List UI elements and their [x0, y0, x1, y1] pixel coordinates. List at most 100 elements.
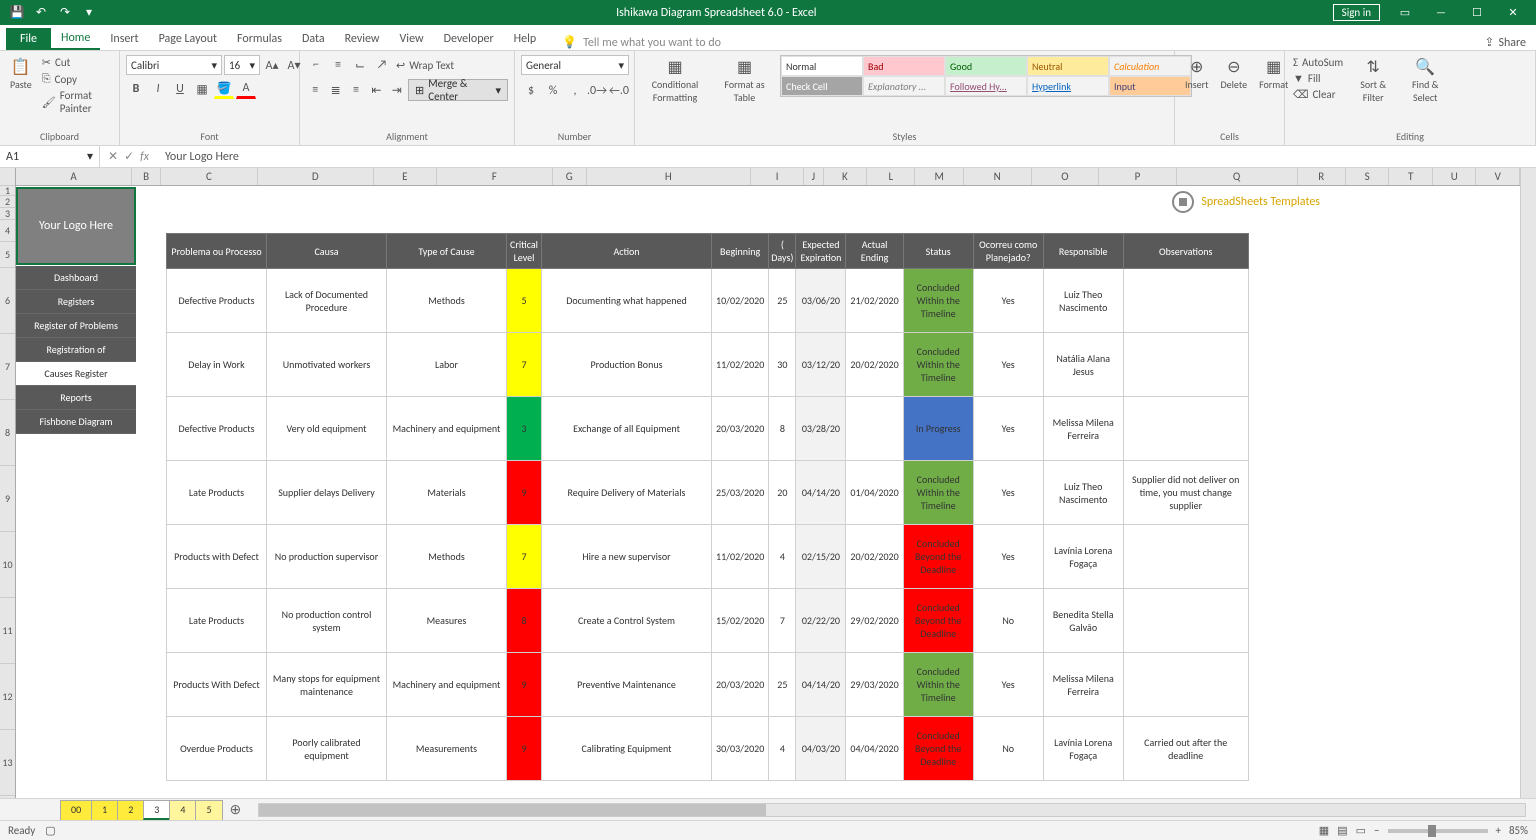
table-cell[interactable]: Lack of Documented Procedure: [267, 269, 387, 333]
wrap-text-button[interactable]: ↩Wrap Text: [394, 58, 456, 73]
table-cell[interactable]: Late Products: [167, 461, 267, 525]
table-cell[interactable]: Concluded Within the Timeline: [903, 653, 973, 717]
column-header[interactable]: J: [804, 168, 823, 185]
column-header[interactable]: R: [1298, 168, 1346, 185]
column-header[interactable]: B: [132, 168, 161, 185]
table-cell[interactable]: Overdue Products: [167, 717, 267, 781]
table-cell[interactable]: Hire a new supervisor: [542, 525, 712, 589]
table-cell[interactable]: Luiz Theo Nascimento: [1043, 269, 1123, 333]
table-cell[interactable]: 8: [769, 397, 796, 461]
zoom-slider[interactable]: [1388, 829, 1488, 833]
table-cell[interactable]: 25/03/2020: [712, 461, 769, 525]
name-box[interactable]: A1▾: [0, 146, 100, 167]
table-cell[interactable]: 04/14/20: [796, 461, 846, 525]
autosum-button[interactable]: ΣAutoSum: [1291, 55, 1345, 70]
table-cell[interactable]: Supplier delays Delivery: [267, 461, 387, 525]
table-cell[interactable]: 11/02/2020: [712, 333, 769, 397]
table-cell[interactable]: Yes: [973, 461, 1043, 525]
table-cell[interactable]: 10/02/2020: [712, 269, 769, 333]
table-cell[interactable]: Unmotivated workers: [267, 333, 387, 397]
sheet-tab[interactable]: 5: [195, 800, 222, 820]
clear-button[interactable]: ⌫Clear: [1291, 87, 1345, 102]
table-cell[interactable]: Measures: [387, 589, 507, 653]
column-header[interactable]: O: [1032, 168, 1100, 185]
zoom-out-icon[interactable]: −: [1374, 824, 1379, 837]
table-cell[interactable]: Melissa Milena Ferreira: [1043, 397, 1123, 461]
table-cell[interactable]: 7: [507, 333, 542, 397]
style-good[interactable]: Good: [945, 56, 1027, 76]
table-cell[interactable]: 04/04/2020: [846, 717, 903, 781]
table-cell[interactable]: 5: [507, 269, 542, 333]
table-cell[interactable]: Delay in Work: [167, 333, 267, 397]
row-header[interactable]: 12: [0, 664, 15, 730]
table-cell[interactable]: Measurements: [387, 717, 507, 781]
table-cell[interactable]: 04/03/20: [796, 717, 846, 781]
table-cell[interactable]: 4: [769, 525, 796, 589]
table-cell[interactable]: 03/12/20: [796, 333, 846, 397]
table-row[interactable]: Late ProductsNo production control syste…: [167, 589, 1249, 653]
delete-cells-button[interactable]: ⊖Delete: [1217, 55, 1252, 93]
table-cell[interactable]: 25: [769, 269, 796, 333]
comma-format-icon[interactable]: ,: [565, 81, 585, 101]
table-cell[interactable]: Concluded Beyond the Deadline: [903, 589, 973, 653]
row-header[interactable]: 7: [0, 334, 15, 400]
font-size-select[interactable]: 16▾: [224, 55, 260, 75]
align-center-icon[interactable]: ≣: [326, 80, 344, 100]
table-cell[interactable]: 9: [507, 653, 542, 717]
zoom-level[interactable]: 85%: [1509, 824, 1528, 837]
view-page-layout-icon[interactable]: ▤: [1337, 824, 1347, 837]
table-cell[interactable]: 29/02/2020: [846, 589, 903, 653]
share-button[interactable]: ⇪ Share: [1484, 35, 1526, 50]
table-cell[interactable]: [1123, 269, 1248, 333]
table-cell[interactable]: [1123, 589, 1248, 653]
table-cell[interactable]: Concluded Within the Timeline: [903, 269, 973, 333]
row-header[interactable]: 5: [0, 242, 15, 268]
table-cell[interactable]: 04/14/20: [796, 653, 846, 717]
style-neutral[interactable]: Neutral: [1027, 56, 1109, 76]
column-header[interactable]: I: [751, 168, 804, 185]
tab-developer[interactable]: Developer: [434, 28, 504, 50]
row-header[interactable]: 13: [0, 730, 15, 796]
fill-button[interactable]: ▼Fill: [1291, 71, 1345, 86]
sheet-tab[interactable]: 4: [169, 800, 196, 820]
copy-button[interactable]: ⎘Copy: [40, 71, 113, 87]
tab-insert[interactable]: Insert: [100, 28, 148, 50]
table-cell[interactable]: Yes: [973, 333, 1043, 397]
new-sheet-button[interactable]: ⊕: [222, 801, 250, 818]
logo-placeholder-cell[interactable]: Your Logo Here: [16, 187, 136, 265]
row-header[interactable]: 3: [0, 208, 15, 220]
table-cell[interactable]: Exchange of all Equipment: [542, 397, 712, 461]
table-cell[interactable]: Concluded Beyond the Deadline: [903, 717, 973, 781]
sheet-tab[interactable]: 3: [143, 800, 170, 820]
table-cell[interactable]: 7: [507, 525, 542, 589]
accounting-format-icon[interactable]: $: [521, 81, 541, 101]
table-cell[interactable]: Calibrating Equipment: [542, 717, 712, 781]
table-cell[interactable]: Production Bonus: [542, 333, 712, 397]
table-row[interactable]: Delay in WorkUnmotivated workersLabor7Pr…: [167, 333, 1249, 397]
cancel-formula-icon[interactable]: ✕: [108, 149, 118, 164]
table-cell[interactable]: [1123, 653, 1248, 717]
tab-help[interactable]: Help: [504, 28, 547, 50]
table-row[interactable]: Overdue ProductsPoorly calibrated equipm…: [167, 717, 1249, 781]
table-row[interactable]: Late ProductsSupplier delays DeliveryMat…: [167, 461, 1249, 525]
row-header[interactable]: 9: [0, 466, 15, 532]
sheet-tab[interactable]: 1: [91, 800, 118, 820]
column-header[interactable]: F: [437, 168, 553, 185]
table-cell[interactable]: 20/02/2020: [846, 333, 903, 397]
table-cell[interactable]: Documenting what happened: [542, 269, 712, 333]
column-header[interactable]: A: [16, 168, 132, 185]
confirm-formula-icon[interactable]: ✓: [124, 149, 134, 164]
column-header[interactable]: L: [867, 168, 915, 185]
table-cell[interactable]: Products with Defect: [167, 525, 267, 589]
align-right-icon[interactable]: ≡: [347, 80, 365, 100]
close-icon[interactable]: ✕: [1496, 2, 1530, 24]
column-header[interactable]: E: [374, 168, 437, 185]
macro-record-icon[interactable]: ▢: [45, 824, 55, 837]
cut-button[interactable]: ✂Cut: [40, 55, 113, 70]
table-cell[interactable]: Concluded Within the Timeline: [903, 461, 973, 525]
table-cell[interactable]: [1123, 333, 1248, 397]
sort-filter-button[interactable]: ⇅Sort & Filter: [1349, 55, 1397, 106]
table-cell[interactable]: 9: [507, 717, 542, 781]
font-color-button[interactable]: A: [236, 79, 256, 99]
table-cell[interactable]: 8: [507, 589, 542, 653]
